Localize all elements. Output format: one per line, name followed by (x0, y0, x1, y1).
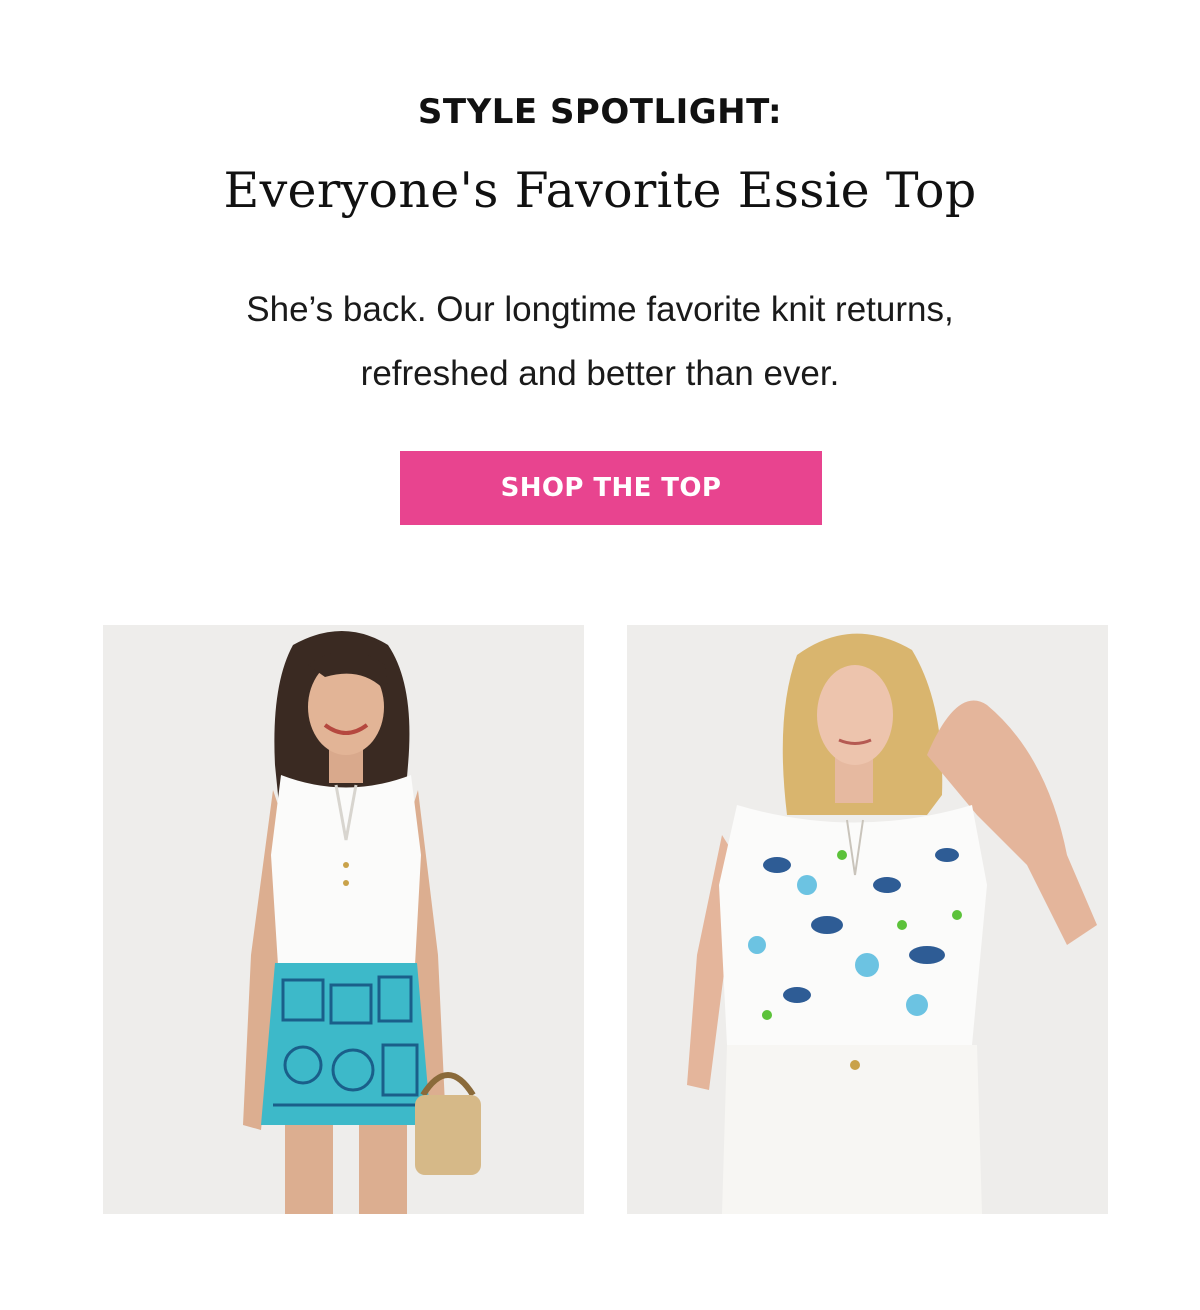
body-copy-line-2: refreshed and better than ever. (360, 354, 840, 393)
product-photo-white-essie-top[interactable] (103, 625, 584, 1214)
model-illustration-left (103, 625, 584, 1214)
body-copy: She’s back. Our longtime favorite knit r… (150, 278, 1050, 406)
product-photo-floral-essie-top[interactable] (627, 625, 1108, 1214)
headline: Everyone's Favorite Essie Top (223, 162, 977, 219)
shop-the-top-button[interactable]: SHOP THE TOP (400, 451, 822, 525)
model-illustration-right (627, 625, 1108, 1214)
body-copy-line-1: She’s back. Our longtime favorite knit r… (246, 290, 954, 329)
style-spotlight-eyebrow: STYLE SPOTLIGHT: (417, 92, 783, 132)
